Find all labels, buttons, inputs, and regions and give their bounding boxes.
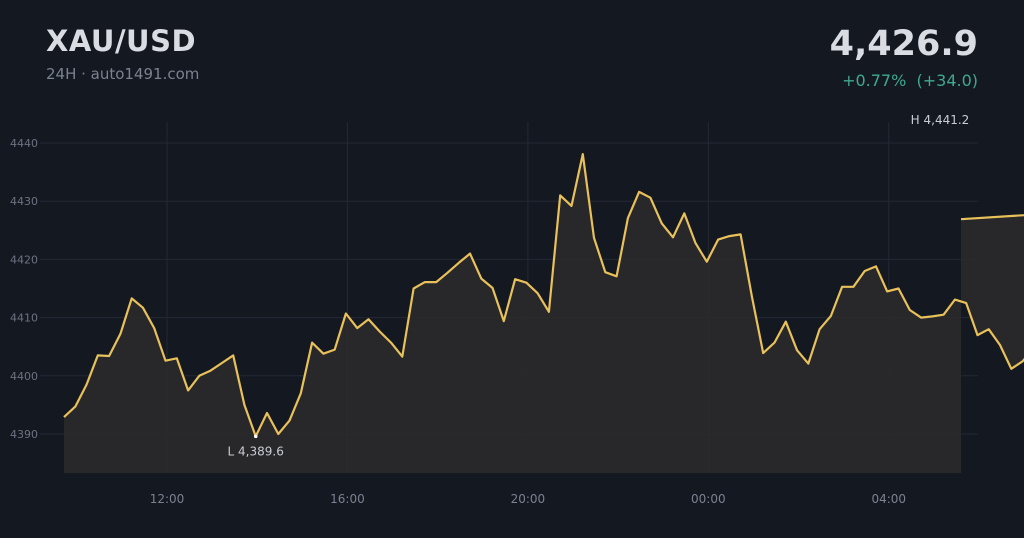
y-axis-labels: 4390 4400 4410 4420 4430 4440	[10, 137, 38, 441]
high-annotation: H 4,441.2	[911, 113, 970, 127]
y-tick-label: 4420	[10, 253, 38, 266]
x-axis-labels: 12:0016:0020:0000:0004:0008:00	[150, 492, 906, 506]
x-tick-label: 12:00	[150, 492, 185, 506]
price-chart: 4390 4400 4410 4420 4430 4440 12:00 16:00 20:00…	[10, 113, 1024, 506]
low-annotation: L 4,389.6	[228, 444, 284, 458]
y-tick-label: 4400	[10, 370, 38, 383]
x-tick-label: 16:00	[330, 492, 365, 506]
y-tick-label: 4390	[10, 428, 38, 441]
y-tick-label: 4410	[10, 312, 38, 325]
low-marker	[253, 434, 258, 439]
x-tick-label: 00:00	[691, 492, 726, 506]
x-tick-label: 20:00	[511, 492, 546, 506]
x-tick-label: 04:00	[871, 492, 906, 506]
y-tick-label: 4440	[10, 137, 38, 150]
y-tick-label: 4430	[10, 195, 38, 208]
